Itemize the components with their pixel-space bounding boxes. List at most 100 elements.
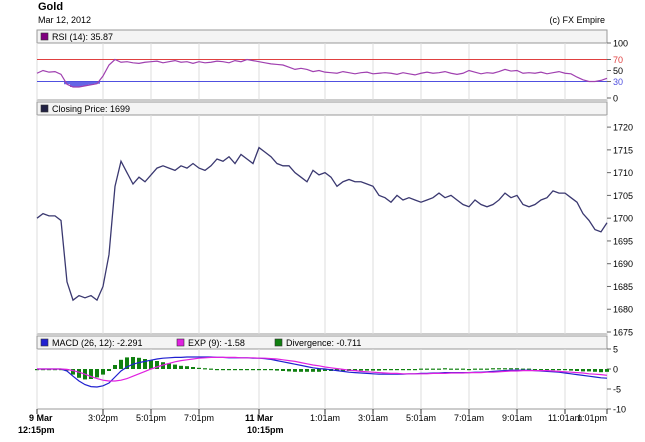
- x-tick-label: 5:01am: [406, 413, 436, 423]
- divergence-bar: [437, 368, 441, 370]
- y-tick-label: 1675: [613, 328, 633, 338]
- y-tick-label: -5: [613, 385, 621, 395]
- x-tick-label: 11 Mar: [245, 413, 274, 423]
- x-tick-label: 9:01am: [502, 413, 532, 423]
- divergence-bar: [269, 369, 273, 371]
- divergence-bar: [563, 369, 567, 371]
- y-tick-label: 0: [613, 94, 618, 104]
- y-tick-label: 100: [613, 39, 628, 49]
- divergence-bar: [215, 369, 219, 371]
- divergence-bar: [287, 369, 291, 372]
- divergence-bar: [473, 368, 477, 370]
- divergence-bar: [509, 368, 513, 370]
- divergence-bar: [389, 369, 393, 371]
- divergence-bar: [101, 369, 105, 375]
- divergence-bar: [239, 369, 243, 371]
- divergence-bar: [311, 369, 315, 372]
- divergence-bar: [605, 369, 609, 372]
- divergence-bar: [293, 369, 297, 372]
- y-tick-label: 70: [613, 55, 623, 65]
- x-tick-label: 1:01am: [310, 413, 340, 423]
- divergence-bar: [551, 369, 555, 371]
- divergence-bar: [251, 369, 255, 371]
- divergence-bar: [95, 369, 99, 378]
- divergence-bar: [233, 369, 237, 371]
- divergence-bar: [479, 368, 483, 370]
- divergence-bar: [179, 365, 183, 369]
- divergence-bar: [467, 369, 471, 371]
- divergence-bar: [173, 364, 177, 369]
- y-tick-label: -10: [613, 405, 626, 415]
- divergence-bar: [491, 368, 495, 370]
- divergence-bar: [365, 369, 369, 371]
- price-panel-frame: [36, 101, 608, 335]
- divergence-bar: [107, 369, 111, 371]
- gold-chart: Gold Mar 12, 2012 (c) FX Empire 10070503…: [18, 1, 633, 435]
- divergence-bar: [455, 368, 459, 370]
- x-tick-sublabel: 10:15pm: [247, 425, 284, 435]
- divergence-bar: [425, 368, 429, 370]
- divergence-bar: [449, 368, 453, 370]
- y-tick-label: 1695: [613, 236, 633, 246]
- x-tick-label: 1:01pm: [577, 413, 607, 423]
- divergence-bar: [569, 369, 573, 371]
- x-axis: 9 Mar 12:15pm 3:02pm 5:01pm 7:01pm 11 Mar 10:1…: [18, 409, 608, 435]
- macd-legend: MACD (26, 12): -2.291: [52, 338, 143, 348]
- divergence-bar: [581, 369, 585, 372]
- divergence-bar: [203, 368, 207, 370]
- divergence-bar: [401, 369, 405, 371]
- divergence-bar: [395, 369, 399, 371]
- y-tick-label: 50: [613, 66, 623, 76]
- divergence-bar: [299, 369, 303, 372]
- divergence-bar: [305, 369, 309, 372]
- divergence-bar: [257, 369, 261, 371]
- divergence-bar: [197, 367, 201, 369]
- y-tick-label: 1710: [613, 168, 633, 178]
- divergence-bar: [431, 368, 435, 370]
- divergence-bar: [413, 369, 417, 371]
- price-legend-swatch: [40, 104, 49, 113]
- divergence-bar: [131, 357, 135, 369]
- divergence-bar: [371, 369, 375, 371]
- divergence-bar: [461, 368, 465, 370]
- divergence-bar: [587, 369, 591, 372]
- y-tick-label: 30: [613, 77, 623, 87]
- divergence-bar: [185, 366, 189, 369]
- x-tick-sublabel: 12:15pm: [18, 425, 55, 435]
- x-tick-label: 7:01am: [454, 413, 484, 423]
- divergence-bar: [359, 369, 363, 371]
- y-tick-label: 1690: [613, 259, 633, 269]
- y-tick-label: 0: [613, 365, 618, 375]
- divergence-bar: [227, 369, 231, 371]
- divergence-bar: [245, 369, 249, 371]
- divergence-bar: [77, 369, 81, 378]
- divergence-bar: [221, 369, 225, 371]
- divergence-bar: [485, 368, 489, 370]
- divergence-legend-swatch: [274, 338, 283, 347]
- divergence-bar: [149, 360, 153, 369]
- divergence-bar: [383, 369, 387, 371]
- divergence-bar: [191, 367, 195, 369]
- x-tick-label: 9 Mar: [29, 413, 53, 423]
- divergence-bar: [575, 369, 579, 371]
- price-legend: Closing Price: 1699: [52, 104, 130, 114]
- divergence-bar: [593, 369, 597, 372]
- divergence-bar: [503, 368, 507, 370]
- x-tick-label: 3:02pm: [88, 413, 118, 423]
- y-tick-label: 1715: [613, 145, 633, 155]
- divergence-bar: [557, 369, 561, 371]
- divergence-bar: [209, 368, 213, 370]
- macd-legend-swatch: [40, 338, 49, 347]
- rsi-legend-swatch: [40, 32, 49, 41]
- divergence-bar: [275, 369, 279, 371]
- divergence-bar: [515, 368, 519, 370]
- signal-legend: EXP (9): -1.58: [188, 338, 245, 348]
- macd-panel: 5 0 -5 -10 MACD (26, 12): -2.291 EXP (9): -1.…: [35, 335, 626, 415]
- divergence-bar: [407, 369, 411, 371]
- rsi-panel-legend-bar: [36, 29, 608, 44]
- divergence-bar: [443, 368, 447, 370]
- divergence-bar: [119, 359, 123, 369]
- price-panel: 1720 1715 1710 1705 1700 1695 1690 1685 1680 1675…: [36, 101, 633, 338]
- y-tick-label: 1680: [613, 305, 633, 315]
- divergence-bar: [281, 369, 285, 371]
